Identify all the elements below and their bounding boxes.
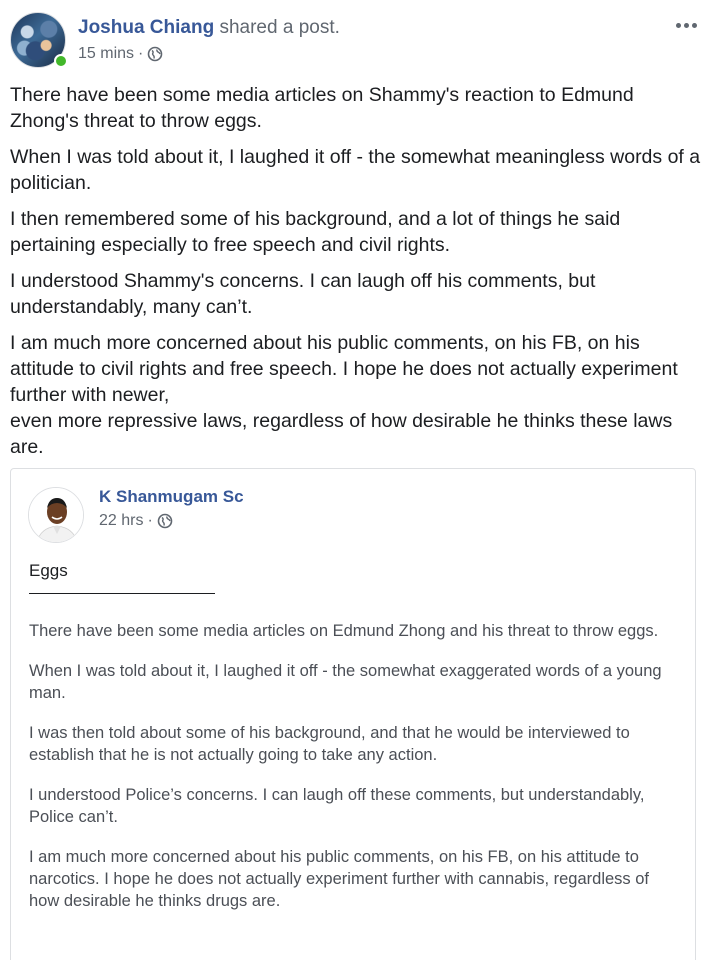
shared-post-title: Eggs xyxy=(29,561,68,580)
meta-separator: · xyxy=(138,45,144,62)
more-options-icon[interactable] xyxy=(676,18,702,32)
post-meta: 15 mins · xyxy=(78,45,163,63)
shared-action-text: shared a post. xyxy=(219,17,340,38)
shared-post-card[interactable]: K Shanmugam Sc 22 hrs · Eggs There have … xyxy=(10,468,696,960)
post-text: There have been some media articles on S… xyxy=(10,82,706,470)
post-paragraph: When I was told about it, I laughed it o… xyxy=(10,146,701,194)
globe-icon[interactable] xyxy=(147,46,163,62)
person-avatar-icon xyxy=(29,488,83,542)
meta-separator: · xyxy=(147,512,153,529)
shared-post-meta: 22 hrs · xyxy=(99,512,173,530)
shared-paragraph: There have been some media articles on E… xyxy=(29,622,659,640)
title-divider xyxy=(29,593,215,594)
shared-paragraph: I am much more concerned about his publi… xyxy=(29,848,650,910)
shared-author-name-link[interactable]: K Shanmugam Sc xyxy=(99,487,244,507)
post-header: Joshua Chiang shared a post. 15 mins · xyxy=(10,12,706,70)
shared-paragraph: I understood Police’s concerns. I can la… xyxy=(29,786,645,826)
post-timestamp[interactable]: 15 mins xyxy=(78,45,134,63)
shared-post-timestamp[interactable]: 22 hrs xyxy=(99,512,143,530)
post-paragraph: I am much more concerned about his publi… xyxy=(10,332,678,406)
post-paragraph: I then remembered some of his background… xyxy=(10,208,621,256)
post-paragraph: even more repressive laws, regardless of… xyxy=(10,410,673,458)
shared-paragraph: When I was told about it, I laughed it o… xyxy=(29,662,662,702)
online-status-icon xyxy=(54,54,68,68)
shared-post-text: There have been some media articles on E… xyxy=(29,620,679,930)
post-paragraph: I understood Shammy's concerns. I can la… xyxy=(10,270,596,318)
shared-author-avatar[interactable] xyxy=(28,487,84,543)
author-line: Joshua Chiang shared a post. xyxy=(78,17,340,39)
globe-icon[interactable] xyxy=(157,513,173,529)
post-paragraph: There have been some media articles on S… xyxy=(10,84,634,132)
author-name-link[interactable]: Joshua Chiang xyxy=(78,17,214,38)
shared-paragraph: I was then told about some of his backgr… xyxy=(29,724,630,764)
